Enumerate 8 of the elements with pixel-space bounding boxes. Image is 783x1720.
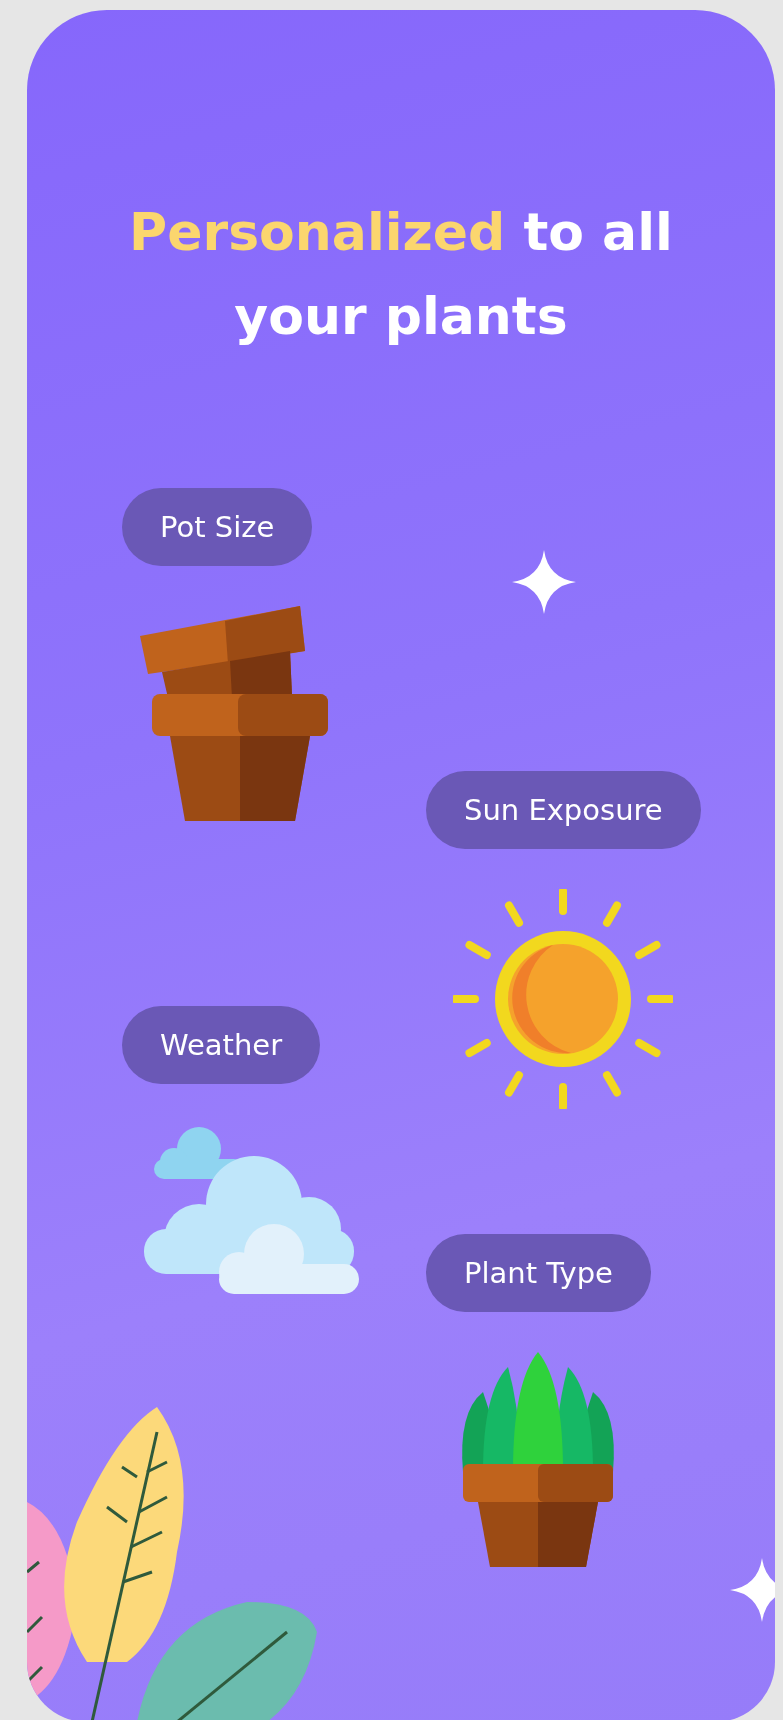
feature-label: Sun Exposure [426, 771, 701, 849]
feature-label: Pot Size [122, 488, 313, 566]
sparkle-icon [512, 550, 576, 614]
headline: Personalized to all your plants [128, 201, 674, 348]
feature-label: Weather [122, 1006, 321, 1084]
sparkle-icon [730, 1558, 775, 1622]
feature-label: Plant Type [426, 1234, 651, 1312]
sun-icon [453, 889, 674, 1109]
